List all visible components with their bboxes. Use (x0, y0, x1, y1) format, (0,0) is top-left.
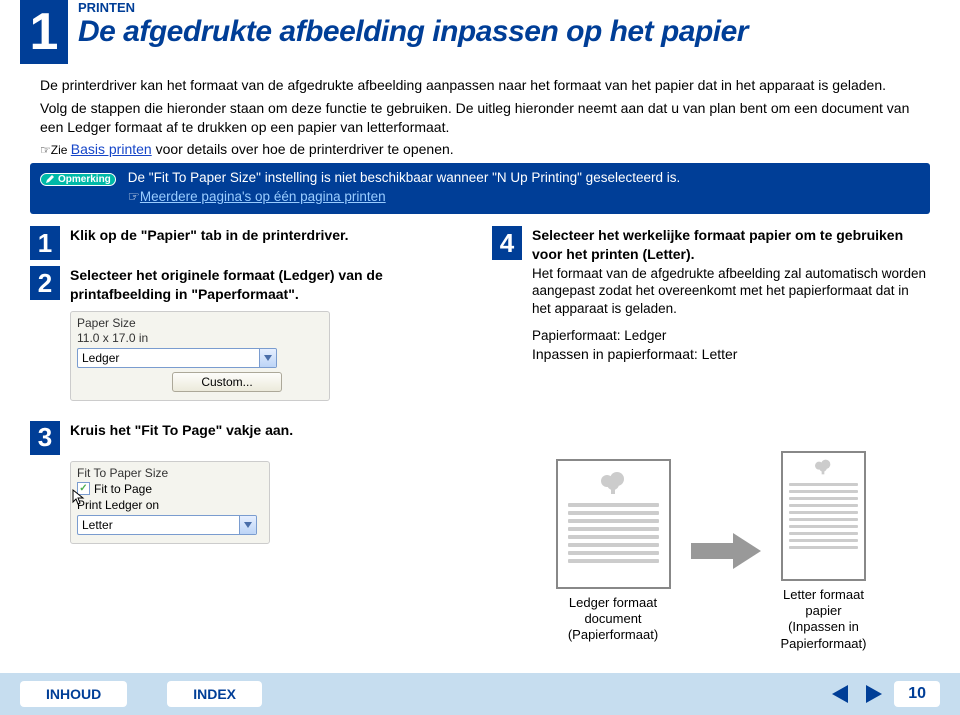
step-1-title: Klik op de "Papier" tab in de printerdri… (70, 226, 468, 244)
print-on-label: Print Ledger on (77, 498, 263, 512)
page-title: De afgedrukte afbeelding inpassen op het… (78, 15, 940, 49)
step-4-sub: Het formaat van de afgedrukte afbeelding… (532, 265, 930, 318)
fit-to-page-label: Fit to Page (94, 482, 152, 496)
step-number-3: 3 (30, 421, 60, 455)
fit-to-page-checkbox[interactable]: ✓ (77, 482, 90, 495)
dropdown-arrow-icon[interactable] (239, 516, 256, 534)
see-also-line: ☞Zie Basis printen voor details over hoe… (40, 141, 920, 157)
note-box: Opmerking De "Fit To Paper Size" instell… (30, 163, 930, 215)
illus-right-3: (Inpassen in (781, 619, 867, 635)
print-on-value: Letter (82, 518, 113, 532)
section-number: 1 (20, 0, 68, 64)
see-suffix: voor details over hoe de printerdriver t… (152, 141, 454, 157)
step-4-extra1: Papierformaat: Ledger (532, 327, 930, 345)
inhoud-button[interactable]: INHOUD (20, 681, 127, 707)
opmerking-label: Opmerking (58, 174, 111, 185)
illus-left-1: Ledger formaat (556, 595, 671, 611)
pencil-icon (45, 174, 55, 184)
fit-to-page-panel: Fit To Paper Size ✓ Fit to Page Print Le… (70, 461, 270, 544)
paper-size-select[interactable]: Ledger (77, 348, 277, 368)
intro-paragraph-1: De printerdriver kan het formaat van de … (40, 76, 920, 95)
custom-button[interactable]: Custom... (172, 372, 282, 392)
paper-size-value: Ledger (82, 351, 119, 365)
step-number-4: 4 (492, 226, 522, 260)
paper-size-label: Paper Size (77, 316, 329, 330)
pointer-icon: ☞Zie (40, 143, 71, 157)
illus-right-1: Letter formaat (781, 587, 867, 603)
pointer-icon: ☞ (128, 189, 140, 204)
footer-bar: INHOUD INDEX 10 (0, 673, 960, 715)
step-number-1: 1 (30, 226, 60, 260)
tree-icon (600, 471, 626, 495)
print-on-select[interactable]: Letter (77, 515, 257, 535)
paper-size-dims: 11.0 x 17.0 in (77, 331, 329, 345)
index-button[interactable]: INDEX (167, 681, 262, 707)
basis-printen-link[interactable]: Basis printen (71, 141, 152, 157)
dropdown-arrow-icon[interactable] (259, 349, 276, 367)
prev-page-icon[interactable] (830, 683, 852, 705)
intro-paragraph-2: Volg de stappen die hieronder staan om d… (40, 99, 920, 137)
tree-icon (814, 459, 832, 475)
step-2-title: Selecteer het originele formaat (Ledger)… (70, 266, 468, 302)
page-number: 10 (894, 681, 940, 707)
paper-size-panel: Paper Size 11.0 x 17.0 in Ledger Custom.… (70, 311, 330, 401)
illustration-row: Ledger formaat document (Papierformaat) (492, 451, 930, 652)
illus-left-3: (Papierformaat) (556, 627, 671, 643)
illus-left-2: document (556, 611, 671, 627)
ledger-doc-figure (556, 459, 671, 589)
step-3-title: Kruis het "Fit To Page" vakje aan. (70, 421, 468, 439)
arrow-right-icon (691, 533, 761, 569)
opmerking-pill: Opmerking (40, 173, 116, 186)
section-label: PRINTEN (78, 0, 940, 15)
note-line: De "Fit To Paper Size" instelling is nie… (128, 169, 920, 188)
illus-right-4: Papierformaat) (781, 636, 867, 652)
letter-doc-figure (781, 451, 866, 581)
illus-right-2: papier (781, 603, 867, 619)
step-4-extra2: Inpassen in papierformaat: Letter (532, 345, 930, 363)
meerdere-paginas-link[interactable]: Meerdere pagina's op één pagina printen (140, 189, 386, 204)
next-page-icon[interactable] (862, 683, 884, 705)
fit-to-paper-size-label: Fit To Paper Size (77, 466, 263, 480)
step-number-2: 2 (30, 266, 60, 300)
step-4-title: Selecteer het werkelijke formaat papier … (532, 226, 930, 262)
